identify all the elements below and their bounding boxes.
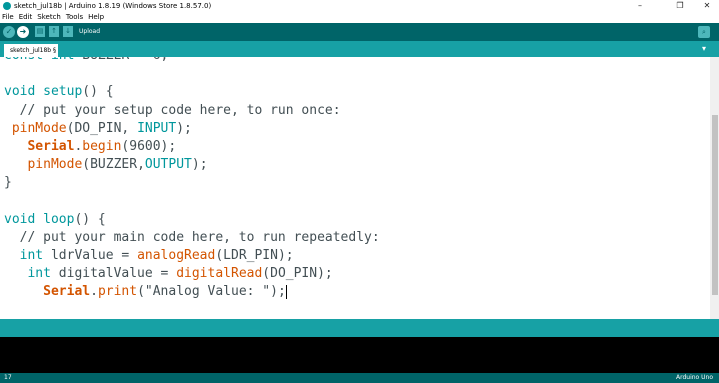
message-bar xyxy=(0,319,719,337)
tab-bar: sketch_jul18b § ▾ xyxy=(0,41,719,57)
arduino-logo-icon xyxy=(3,2,11,10)
minimize-button[interactable]: – xyxy=(626,0,654,12)
code-line[interactable]: const int BUZZER = 6; xyxy=(4,57,380,65)
code-line[interactable]: void setup() { xyxy=(4,83,380,101)
save-sketch-button[interactable]: ↓ xyxy=(63,26,73,37)
menu-bar: File Edit Sketch Tools Help xyxy=(0,12,719,23)
toolbar-hover-label: Upload xyxy=(79,28,101,35)
code-line[interactable]: int digitalValue = digitalRead(DO_PIN); xyxy=(4,265,380,283)
new-sketch-button[interactable]: ▤ xyxy=(35,26,45,37)
code-line[interactable] xyxy=(4,65,380,83)
code-line[interactable]: int ldrValue = analogRead(LDR_PIN); xyxy=(4,247,380,265)
status-bar: 17 Arduino Uno xyxy=(0,373,719,383)
menu-edit[interactable]: Edit xyxy=(19,12,33,23)
close-button[interactable]: ✕ xyxy=(693,0,719,12)
console-output xyxy=(0,337,719,373)
menu-help[interactable]: Help xyxy=(88,12,104,23)
toolbar: ✓ ➜ ▤ ↑ ↓ Upload ⌕ xyxy=(0,23,719,41)
scrollbar-thumb[interactable] xyxy=(712,115,718,295)
tab-menu-icon[interactable]: ▾ xyxy=(699,44,709,54)
serial-monitor-button[interactable]: ⌕ xyxy=(698,26,710,38)
status-line-number: 17 xyxy=(4,374,12,381)
menu-file[interactable]: File xyxy=(2,12,14,23)
code-line[interactable]: Serial.begin(9600); xyxy=(4,138,380,156)
code-line[interactable]: pinMode(DO_PIN, INPUT); xyxy=(4,120,380,138)
maximize-button[interactable]: ❐ xyxy=(666,0,694,12)
open-sketch-button[interactable]: ↑ xyxy=(49,26,59,37)
verify-button[interactable]: ✓ xyxy=(3,26,15,38)
code-line[interactable]: // put your setup code here, to run once… xyxy=(4,102,380,120)
code-line[interactable]: pinMode(BUZZER,OUTPUT); xyxy=(4,156,380,174)
menu-sketch[interactable]: Sketch xyxy=(37,12,61,23)
status-board-name: Arduino Uno xyxy=(676,374,713,381)
code-editor[interactable]: const int BUZZER = 6; void setup() { // … xyxy=(0,57,710,319)
title-bar: sketch_jul18b | Arduino 1.8.19 (Windows … xyxy=(0,0,719,12)
editor-scrollbar[interactable] xyxy=(710,57,719,319)
code-line[interactable]: Serial.print("Analog Value: "); xyxy=(4,283,380,301)
code-line[interactable]: // put your main code here, to run repea… xyxy=(4,229,380,247)
code-line[interactable]: } xyxy=(4,174,380,192)
code-text[interactable]: const int BUZZER = 6; void setup() { // … xyxy=(4,57,380,302)
text-caret xyxy=(285,284,287,299)
window-title: sketch_jul18b | Arduino 1.8.19 (Windows … xyxy=(14,2,212,10)
tab-sketch[interactable]: sketch_jul18b § xyxy=(4,44,58,57)
upload-button[interactable]: ➜ xyxy=(17,26,29,38)
code-line[interactable] xyxy=(4,193,380,211)
code-line[interactable]: void loop() { xyxy=(4,211,380,229)
menu-tools[interactable]: Tools xyxy=(66,12,83,23)
